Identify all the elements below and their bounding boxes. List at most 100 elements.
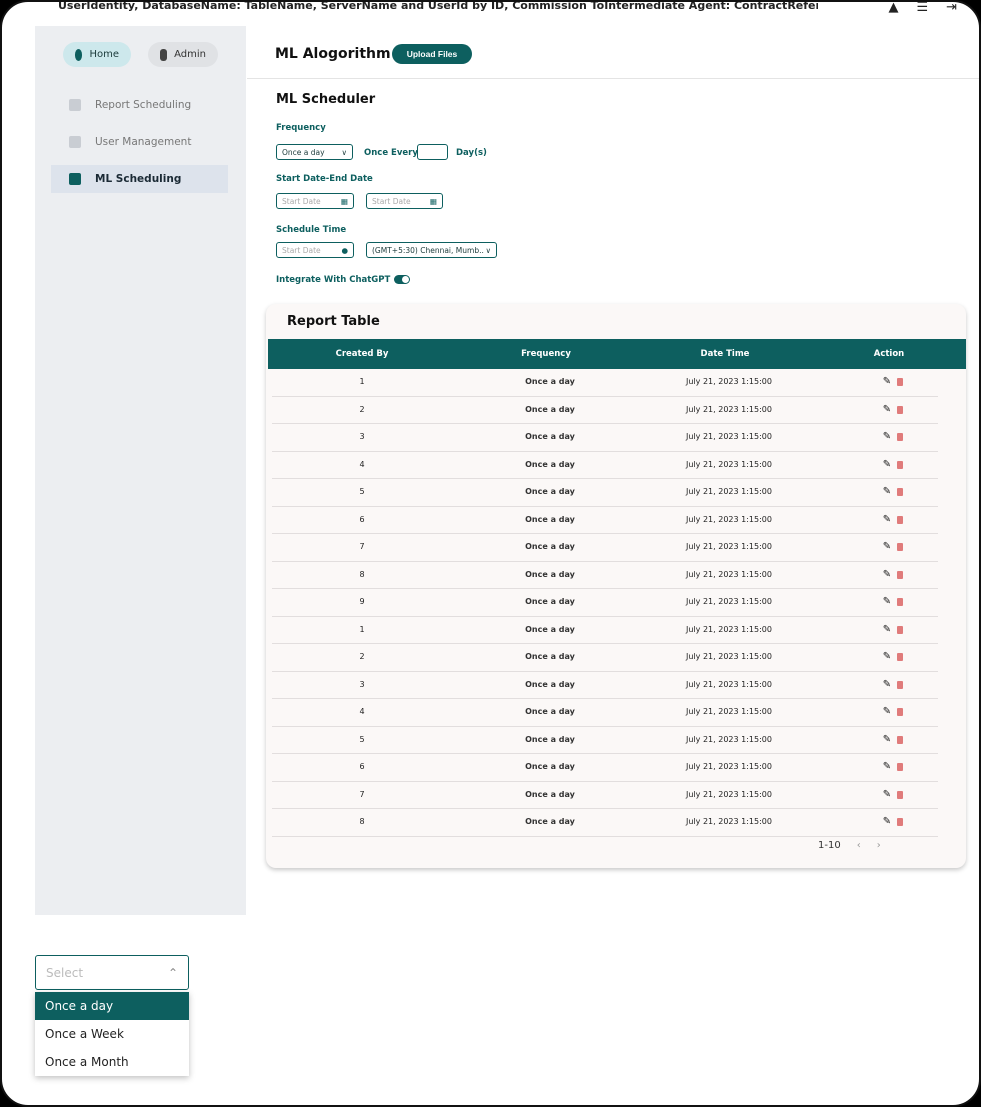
edit-icon[interactable]: ✎	[883, 397, 891, 423]
cell-datetime: July 21, 2023 1:15:00	[686, 569, 772, 579]
delete-icon[interactable]	[897, 790, 904, 799]
edit-icon[interactable]: ✎	[883, 782, 891, 808]
schedule-time-label: Schedule Time	[276, 225, 347, 235]
delete-icon[interactable]	[897, 570, 904, 579]
sidebar-item-ml-scheduling[interactable]: ML Scheduling	[51, 165, 228, 193]
end-date-input[interactable]: Start Date ▦	[366, 193, 443, 209]
edit-icon[interactable]: ✎	[883, 589, 891, 615]
delete-icon[interactable]	[897, 818, 904, 826]
edit-icon[interactable]: ✎	[883, 479, 891, 505]
cell-actions: ✎	[818, 809, 968, 835]
cell-datetime: July 21, 2023 1:15:00	[686, 789, 772, 799]
col-date-time[interactable]: Date Time	[636, 349, 814, 359]
home-button[interactable]: Home	[63, 42, 131, 67]
delete-icon[interactable]	[897, 488, 904, 496]
table-row: 9 Once a day July 21, 2023 1:15:00 ✎	[272, 589, 938, 617]
days-input[interactable]	[417, 144, 448, 160]
edit-icon[interactable]: ✎	[883, 617, 891, 643]
prev-page-icon[interactable]: ‹	[857, 840, 861, 851]
schedule-time-input[interactable]: Start Date ●	[276, 242, 354, 258]
delete-icon[interactable]	[897, 433, 904, 441]
table-body: 1 Once a day July 21, 2023 1:15:00 ✎ 2 Once a…	[272, 369, 938, 837]
edit-icon[interactable]: ✎	[883, 699, 891, 725]
cell-actions: ✎	[818, 534, 968, 560]
edit-icon[interactable]: ✎	[883, 672, 891, 698]
chevron-down-icon: ∨	[341, 147, 348, 157]
table-header: Created By Frequency Date Time Action	[268, 339, 966, 369]
page-range: 1-10	[818, 840, 841, 851]
edit-icon[interactable]: ✎	[883, 424, 891, 450]
dropdown-option[interactable]: Once a Week	[35, 1020, 189, 1048]
edit-icon[interactable]: ✎	[883, 727, 891, 753]
frequency-dropdown[interactable]: Select ⌃	[35, 955, 189, 990]
edit-icon[interactable]: ✎	[883, 754, 891, 780]
edit-icon[interactable]: ✎	[883, 534, 891, 560]
sidebar-item-label: Report Scheduling	[95, 99, 192, 111]
delete-icon[interactable]	[897, 708, 904, 716]
table-row: 5 Once a day July 21, 2023 1:15:00 ✎	[272, 479, 938, 507]
cell-created-by: 2	[359, 652, 365, 661]
report-table-card: Report Table Created By Frequency Date T…	[266, 304, 966, 868]
cell-frequency: Once a day	[525, 487, 575, 496]
logout-icon[interactable]: ⇥	[946, 2, 957, 15]
edit-icon[interactable]: ✎	[883, 369, 891, 395]
cell-actions: ✎	[818, 369, 968, 395]
delete-icon[interactable]	[897, 598, 904, 606]
cell-frequency: Once a day	[525, 789, 575, 799]
delete-icon[interactable]	[897, 763, 904, 771]
cell-actions: ✎	[818, 397, 968, 423]
chatgpt-toggle[interactable]	[394, 275, 410, 284]
admin-button[interactable]: Admin	[148, 42, 218, 67]
next-page-icon[interactable]: ›	[877, 840, 881, 851]
delete-icon[interactable]	[897, 625, 904, 634]
cell-created-by: 4	[359, 459, 365, 469]
cell-datetime: July 21, 2023 1:15:00	[686, 404, 772, 414]
end-date-placeholder: Start Date	[372, 196, 411, 206]
cell-actions: ✎	[818, 507, 968, 533]
delete-icon[interactable]	[897, 653, 904, 661]
table-row: 2 Once a day July 21, 2023 1:15:00 ✎	[272, 644, 938, 672]
dropdown-option[interactable]: Once a day	[35, 992, 189, 1020]
bell-icon[interactable]: ▲	[888, 2, 898, 15]
clock-icon: ●	[341, 245, 348, 255]
cell-created-by: 2	[359, 404, 365, 414]
admin-label: Admin	[174, 49, 206, 60]
edit-icon[interactable]: ✎	[883, 562, 891, 588]
delete-icon[interactable]	[897, 543, 904, 551]
start-date-input[interactable]: Start Date ▦	[276, 193, 354, 209]
delete-icon[interactable]	[897, 515, 904, 524]
frequency-select[interactable]: Once a day ∨	[276, 144, 353, 160]
cell-frequency: Once a day	[525, 569, 575, 579]
cell-created-by: 1	[359, 624, 365, 634]
col-frequency[interactable]: Frequency	[456, 349, 636, 359]
timezone-value: (GMT+5:30) Chennai, Mumb..	[372, 245, 484, 255]
calendar-icon: ▦	[340, 196, 348, 206]
edit-icon[interactable]: ✎	[883, 809, 891, 835]
menu-icon[interactable]: ☰	[916, 2, 928, 15]
delete-icon[interactable]	[897, 460, 904, 469]
delete-icon[interactable]	[897, 405, 904, 414]
sidebar-item-report-scheduling[interactable]: Report Scheduling	[51, 91, 228, 119]
delete-icon[interactable]	[897, 378, 904, 386]
edit-icon[interactable]: ✎	[883, 452, 891, 478]
dropdown-option[interactable]: Once a Month	[35, 1048, 189, 1076]
edit-icon[interactable]: ✎	[883, 507, 891, 533]
delete-icon[interactable]	[897, 735, 904, 744]
edit-icon[interactable]: ✎	[883, 644, 891, 670]
cell-datetime: July 21, 2023 1:15:00	[686, 652, 772, 661]
cell-frequency: Once a day	[525, 542, 575, 551]
cell-created-by: 4	[359, 707, 365, 716]
chatgpt-label: Integrate With ChatGPT	[276, 275, 391, 285]
col-created-by[interactable]: Created By	[268, 349, 456, 359]
cell-datetime: July 21, 2023 1:15:00	[686, 734, 772, 744]
timezone-select[interactable]: (GMT+5:30) Chennai, Mumb.. ∨	[366, 242, 497, 258]
cell-actions: ✎	[818, 754, 968, 780]
upload-files-button[interactable]: Upload Files	[392, 44, 472, 64]
cell-datetime: July 21, 2023 1:15:00	[686, 624, 772, 634]
cell-created-by: 6	[359, 762, 365, 771]
delete-icon[interactable]	[897, 680, 904, 689]
sidebar-item-user-management[interactable]: User Management	[51, 128, 228, 156]
home-label: Home	[89, 49, 119, 60]
cell-datetime: July 21, 2023 1:15:00	[686, 707, 772, 716]
sidebar-item-label: User Management	[95, 136, 192, 148]
